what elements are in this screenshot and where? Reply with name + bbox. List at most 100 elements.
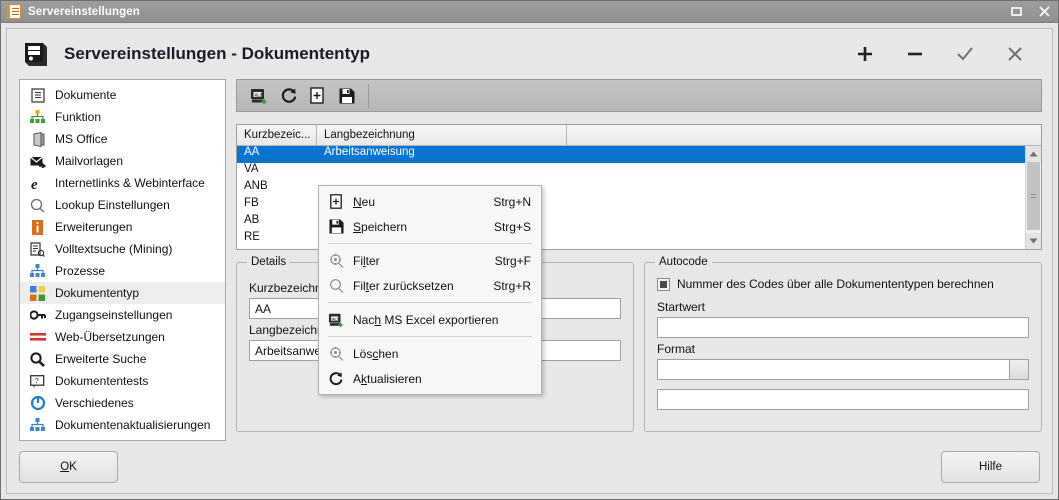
sidebar-item-label: Dokumentenaktualisierungen — [55, 418, 211, 432]
sidebar-item-label: Web-Übersetzungen — [55, 330, 165, 344]
autocode-extra-input[interactable] — [657, 389, 1029, 410]
menu-item-loeschen[interactable]: Löschen — [319, 341, 541, 366]
scrollbar-thumb[interactable] — [1027, 162, 1040, 230]
svg-text:XLS: XLS — [331, 316, 339, 321]
svg-text:XLS: XLS — [254, 92, 263, 97]
column-header-langbezeichnung[interactable]: Langbezeichnung — [317, 125, 567, 145]
ok-button[interactable]: OK — [19, 451, 118, 483]
autocode-checkbox[interactable] — [657, 277, 670, 291]
export-excel-button[interactable]: XLS — [245, 83, 274, 109]
sidebar-item-dokumente[interactable]: Dokumente — [20, 84, 225, 106]
page-title: Servereinstellungen - Dokumententyp — [64, 44, 371, 63]
table-row[interactable]: VA — [237, 163, 1041, 180]
dialog-footer: OK Hilfe — [7, 441, 1052, 493]
document-icon — [7, 4, 21, 19]
sidebar-item-label: Zugangseinstellungen — [55, 308, 173, 322]
sidebar-item-dokumententyp[interactable]: Dokumententyp — [20, 282, 225, 304]
hierarchy-green-icon — [29, 109, 46, 125]
menu-item-neu[interactable]: Neu Strg+N — [319, 189, 541, 214]
sidebar-item-label: Erweiterte Suche — [55, 352, 147, 366]
sidebar-item-funktion[interactable]: Funktion — [20, 106, 225, 128]
column-header-kurzbezeichnung[interactable]: Kurzbezeic... — [237, 125, 317, 145]
settings-sidebar[interactable]: Dokumente Funktion MS Office Mailvorlage… — [19, 79, 226, 441]
page-header: Servereinstellungen - Dokumententyp — [7, 29, 1052, 79]
sidebar-item-label: MS Office — [55, 132, 108, 146]
menu-item-aktualisieren[interactable]: Aktualisieren — [319, 366, 541, 391]
startwert-label: Startwert — [657, 300, 706, 314]
magnifier-solid-icon — [29, 351, 46, 367]
sidebar-item-ms-office[interactable]: MS Office — [20, 128, 225, 150]
menu-item-speichern[interactable]: Speichern Strg+S — [319, 214, 541, 239]
cell-empty — [567, 197, 1041, 214]
sidebar-item-mailvorlagen[interactable]: Mailvorlagen — [20, 150, 225, 172]
sidebar-item-web-uebersetzungen[interactable]: Web-Übersetzungen — [20, 326, 225, 348]
sidebar-item-erweiterungen[interactable]: Erweiterungen — [20, 216, 225, 238]
sidebar-item-internetlinks[interactable]: e Internetlinks & Webinterface — [20, 172, 225, 194]
startwert-input[interactable] — [657, 317, 1029, 338]
circle-blue-icon — [29, 395, 46, 411]
cell-lang — [317, 163, 567, 180]
sidebar-item-dokumentenaktualisierungen[interactable]: Dokumentenaktualisierungen — [20, 414, 225, 436]
autocode-group-title: Autocode — [655, 256, 712, 268]
toolbar: XLS — [236, 79, 1042, 112]
sidebar-item-zugangseinstellungen[interactable]: Zugangseinstellungen — [20, 304, 225, 326]
cell-empty — [567, 214, 1041, 231]
help-button-label: Hilfe — [978, 461, 1002, 473]
sidebar-item-volltextsuche[interactable]: Volltextsuche (Mining) — [20, 238, 225, 260]
menu-item-label: Nach MS Excel exportieren — [353, 312, 499, 327]
help-button[interactable]: Hilfe — [941, 451, 1040, 483]
menu-item-shortcut: Strg+N — [493, 194, 531, 209]
table-row[interactable]: AA Arbeitsanweisung — [237, 146, 1041, 163]
cell-kurz: AA — [244, 146, 260, 158]
menu-item-filter-zuruecksetzen[interactable]: Filter zurücksetzen Strg+R — [319, 273, 541, 298]
table-header: Kurzbezeic... Langbezeichnung — [237, 125, 1041, 146]
menu-item-excel-export[interactable]: XLS Nach MS Excel exportieren — [319, 307, 541, 332]
sidebar-item-prozesse[interactable]: Prozesse — [20, 260, 225, 282]
remove-button[interactable] — [890, 36, 940, 72]
delete-icon — [325, 345, 347, 363]
menu-item-filter[interactable]: Filter Strg+F — [319, 248, 541, 273]
menu-separator — [328, 243, 532, 244]
checkbox-indeterminate-mark — [660, 280, 667, 288]
close-button[interactable] — [990, 36, 1040, 72]
floppy-save-icon — [325, 218, 347, 236]
header-actions — [840, 36, 1040, 72]
format-input[interactable] — [657, 359, 1029, 380]
format-picker-button[interactable] — [1009, 360, 1028, 379]
autocode-checkbox-row[interactable]: Nummer des Codes über alle Dokumententyp… — [657, 277, 1029, 291]
confirm-button[interactable] — [940, 36, 990, 72]
new-button[interactable] — [303, 83, 332, 109]
add-button[interactable] — [840, 36, 890, 72]
save-button[interactable] — [332, 83, 361, 109]
color-blocks-icon — [29, 285, 46, 301]
application-window: Servereinstellungen Servereinstellungen … — [0, 0, 1059, 500]
scroll-up-icon[interactable] — [1026, 146, 1041, 162]
table-vertical-scrollbar[interactable] — [1025, 146, 1041, 249]
maximize-icon[interactable] — [1002, 1, 1030, 22]
sidebar-item-label: Volltextsuche (Mining) — [55, 242, 173, 256]
sidebar-item-label: Lookup Einstellungen — [55, 198, 170, 212]
ms-office-icon — [29, 131, 46, 147]
refresh-button[interactable] — [274, 83, 303, 109]
sidebar-item-label: Dokumententests — [55, 374, 149, 388]
column-header-empty[interactable] — [567, 125, 1041, 145]
scrollbar-track[interactable] — [1026, 162, 1041, 233]
cell-kurz: ANB — [244, 180, 268, 192]
sidebar-item-label: Dokumententyp — [55, 286, 140, 300]
sidebar-item-verschiedenes[interactable]: Verschiedenes — [20, 392, 225, 414]
menu-separator — [328, 336, 532, 337]
info-orange-icon — [29, 219, 46, 235]
close-icon[interactable] — [1030, 1, 1058, 22]
cell-lang: Arbeitsanweisung — [324, 146, 415, 158]
menu-item-shortcut: Strg+R — [493, 278, 531, 293]
menu-item-label: Speichern — [353, 219, 408, 234]
context-menu[interactable]: Neu Strg+N Speichern Strg+S Filter Strg+… — [318, 185, 542, 395]
sidebar-item-erweiterte-suche[interactable]: Erweiterte Suche — [20, 348, 225, 370]
mail-forward-icon — [29, 153, 46, 169]
menu-item-label: Neu — [353, 194, 376, 209]
scroll-down-icon[interactable] — [1026, 233, 1041, 249]
sidebar-item-lookup-einstellungen[interactable]: Lookup Einstellungen — [20, 194, 225, 216]
excel-export-icon: XLS — [325, 311, 347, 329]
details-group-title: Details — [247, 256, 291, 268]
sidebar-item-dokumententests[interactable]: ? Dokumententests — [20, 370, 225, 392]
